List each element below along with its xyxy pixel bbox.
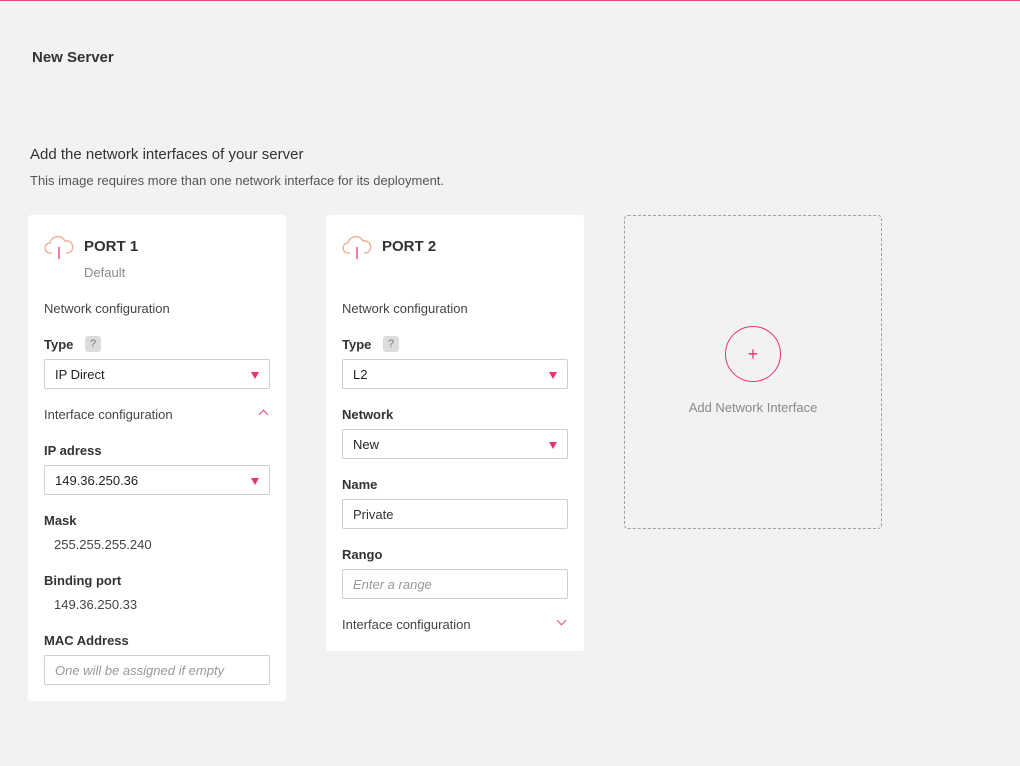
network-configuration-label: Network configuration — [342, 301, 468, 316]
ip-address-label: IP adress — [44, 443, 102, 458]
section-title: Add the network interfaces of your serve… — [30, 146, 304, 163]
range-input[interactable]: Enter a range — [342, 569, 568, 599]
cloud-upload-icon — [44, 233, 74, 261]
mac-address-input[interactable]: One will be assigned if empty — [44, 655, 270, 685]
name-input-value: Private — [353, 507, 394, 522]
network-label: Network — [342, 407, 394, 422]
range-label: Rango — [342, 547, 383, 562]
dropdown-caret-icon — [549, 442, 557, 449]
mac-address-placeholder: One will be assigned if empty — [55, 663, 225, 678]
cloud-upload-icon — [342, 233, 372, 261]
network-configuration-label: Network configuration — [44, 301, 170, 316]
mask-value: 255.255.255.240 — [54, 537, 152, 552]
dropdown-caret-icon — [251, 478, 259, 485]
help-icon[interactable]: ? — [85, 336, 101, 352]
port-2-title: PORT 2 — [382, 238, 437, 255]
port-1-card: PORT 1 Default Network configuration Typ… — [28, 215, 286, 701]
port-2-card: PORT 2 Network configuration Type ? L2 N… — [326, 215, 584, 651]
name-input[interactable]: Private — [342, 499, 568, 529]
add-network-interface-card[interactable]: + Add Network Interface — [624, 215, 882, 529]
chevron-up-icon[interactable] — [258, 409, 269, 420]
dropdown-caret-icon — [251, 372, 259, 379]
type-select-value: L2 — [353, 367, 368, 382]
binding-port-label: Binding port — [44, 573, 122, 588]
ip-address-select[interactable]: 149.36.250.36 — [44, 465, 270, 495]
port-1-default-label: Default — [84, 265, 126, 280]
type-select[interactable]: L2 — [342, 359, 568, 389]
network-select[interactable]: New — [342, 429, 568, 459]
port-1-title: PORT 1 — [84, 238, 139, 255]
mac-address-label: MAC Address — [44, 633, 129, 648]
dropdown-caret-icon — [549, 372, 557, 379]
add-interface-button[interactable]: + — [725, 326, 781, 382]
chevron-down-icon[interactable] — [556, 615, 567, 626]
ip-address-value: 149.36.250.36 — [55, 473, 139, 488]
type-select-value: IP Direct — [55, 367, 105, 382]
binding-port-value: 149.36.250.33 — [54, 597, 138, 612]
plus-icon: + — [747, 344, 759, 364]
mask-label: Mask — [44, 513, 77, 528]
interface-configuration-toggle[interactable]: Interface configuration — [44, 407, 173, 422]
range-placeholder: Enter a range — [353, 577, 432, 592]
network-select-value: New — [353, 437, 380, 452]
type-label: Type — [342, 337, 372, 352]
help-icon[interactable]: ? — [383, 336, 399, 352]
top-accent-border — [0, 0, 1020, 1]
interface-configuration-toggle[interactable]: Interface configuration — [342, 617, 471, 632]
name-label: Name — [342, 477, 378, 492]
add-network-interface-label: Add Network Interface — [688, 400, 818, 415]
section-subtitle: This image requires more than one networ… — [30, 173, 445, 188]
page-title: New Server — [32, 49, 114, 66]
type-select[interactable]: IP Direct — [44, 359, 270, 389]
type-label: Type — [44, 337, 74, 352]
